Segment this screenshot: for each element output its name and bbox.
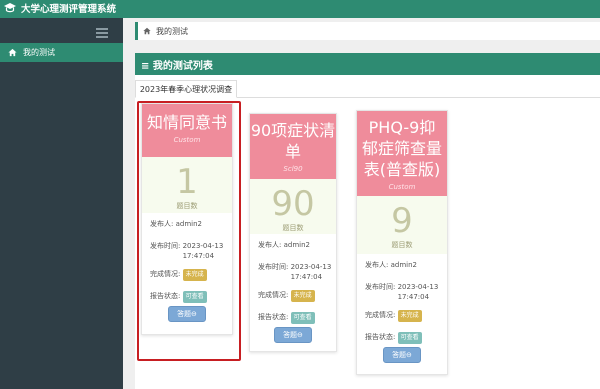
- card-header: 90项症状清单 Scl90: [250, 114, 336, 179]
- answer-button[interactable]: 答题⊖: [383, 347, 421, 363]
- highlight-box: [137, 101, 241, 361]
- answer-button[interactable]: 答题⊖: [274, 327, 312, 343]
- card-title: PHQ-9抑郁症筛查量表(普查版): [361, 118, 442, 179]
- publisher: admin2: [390, 261, 417, 269]
- card-title: 90项症状清单: [250, 121, 336, 161]
- tab-spring-survey[interactable]: 2023年春季心理状况调查: [135, 80, 237, 98]
- sidebar: 我的测试: [0, 18, 123, 389]
- top-bar: 大学心理测评管理系统: [0, 0, 600, 18]
- menu-toggle-icon[interactable]: [96, 28, 108, 38]
- test-card: PHQ-9抑郁症筛查量表(普查版) Custom 9 题目数 发布人: admi…: [356, 110, 448, 375]
- card-info: 发布人: admin2 发布时间: 2023-04-13 17:47:04 完成…: [357, 254, 447, 354]
- app-logo: 大学心理测评管理系统: [0, 1, 116, 15]
- card-header: PHQ-9抑郁症筛查量表(普查版) Custom: [357, 111, 447, 196]
- report-badge: 可查看: [290, 312, 315, 324]
- publish-time: 2023-04-13 17:47:04: [397, 283, 439, 301]
- card-subtitle: Custom: [388, 183, 416, 191]
- publish-time: 2023-04-13 17:47:04: [290, 263, 332, 281]
- tab-divider: [237, 97, 600, 98]
- home-icon: [8, 48, 17, 57]
- question-count: 9 题目数: [357, 196, 447, 254]
- card-subtitle: Scl90: [283, 165, 303, 173]
- breadcrumb: 我的测试: [135, 22, 600, 40]
- breadcrumb-label[interactable]: 我的测试: [156, 26, 188, 37]
- test-card: 90项症状清单 Scl90 90 题目数 发布人: admin2 发布时间: 2…: [249, 113, 337, 352]
- status-badge: 未完成: [397, 310, 422, 322]
- sidebar-item-label: 我的测试: [23, 48, 55, 57]
- sidebar-item-my-tests[interactable]: 我的测试: [0, 43, 123, 62]
- card-info: 发布人: admin2 发布时间: 2023-04-13 17:47:04 完成…: [250, 234, 336, 334]
- report-badge: 可查看: [397, 332, 422, 344]
- graduation-cap-icon: [3, 1, 17, 15]
- home-icon: [143, 27, 151, 35]
- app-title: 大学心理测评管理系统: [21, 4, 117, 15]
- publisher: admin2: [283, 241, 310, 249]
- panel-title: ≡ 我的测试列表: [135, 53, 600, 75]
- question-count: 90 题目数: [250, 179, 336, 234]
- status-badge: 未完成: [290, 290, 315, 302]
